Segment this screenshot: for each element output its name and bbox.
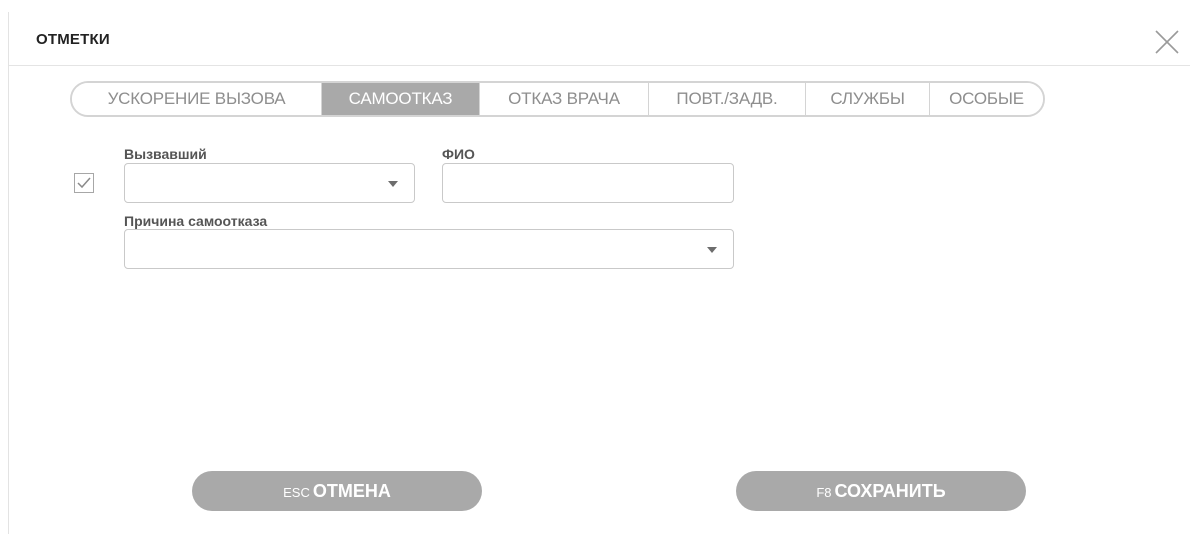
tab-bar: УСКОРЕНИЕ ВЫЗОВА САМООТКАЗ ОТКАЗ ВРАЧА П… [70, 81, 1045, 117]
chevron-down-icon [388, 181, 398, 187]
save-shortcut: F8 [816, 485, 832, 500]
self-refusal-checkbox[interactable] [74, 173, 94, 193]
caller-label: Вызвавший [124, 146, 207, 162]
reason-label: Причина самоотказа [124, 213, 268, 229]
fio-label: ФИО [442, 146, 475, 162]
close-button[interactable] [1154, 29, 1180, 55]
marks-dialog: ОТМЕТКИ УСКОРЕНИЕ ВЫЗОВА САМООТКАЗ ОТКАЗ… [8, 12, 1190, 534]
tab-repeat-delay[interactable]: ПОВТ./ЗАДВ. [648, 83, 805, 115]
tab-services[interactable]: СЛУЖБЫ [805, 83, 929, 115]
dialog-title: ОТМЕТКИ [36, 31, 110, 48]
save-button[interactable]: F8 СОХРАНИТЬ [736, 471, 1026, 511]
caller-select[interactable] [124, 163, 415, 203]
cancel-button[interactable]: ESC ОТМЕНА [192, 471, 482, 511]
chevron-down-icon [707, 247, 717, 253]
tab-special[interactable]: ОСОБЫЕ [929, 83, 1043, 115]
dialog-header: ОТМЕТКИ [9, 12, 1190, 66]
reason-select[interactable] [124, 229, 734, 269]
close-icon [1155, 30, 1179, 54]
fio-input[interactable] [442, 163, 734, 203]
tab-call-acceleration[interactable]: УСКОРЕНИЕ ВЫЗОВА [72, 83, 321, 115]
save-label: СОХРАНИТЬ [834, 481, 946, 501]
tab-self-refusal[interactable]: САМООТКАЗ [321, 83, 479, 115]
checkmark-icon [77, 177, 91, 189]
tab-doctor-refusal[interactable]: ОТКАЗ ВРАЧА [479, 83, 648, 115]
cancel-shortcut: ESC [283, 485, 310, 500]
cancel-label: ОТМЕНА [312, 481, 391, 501]
